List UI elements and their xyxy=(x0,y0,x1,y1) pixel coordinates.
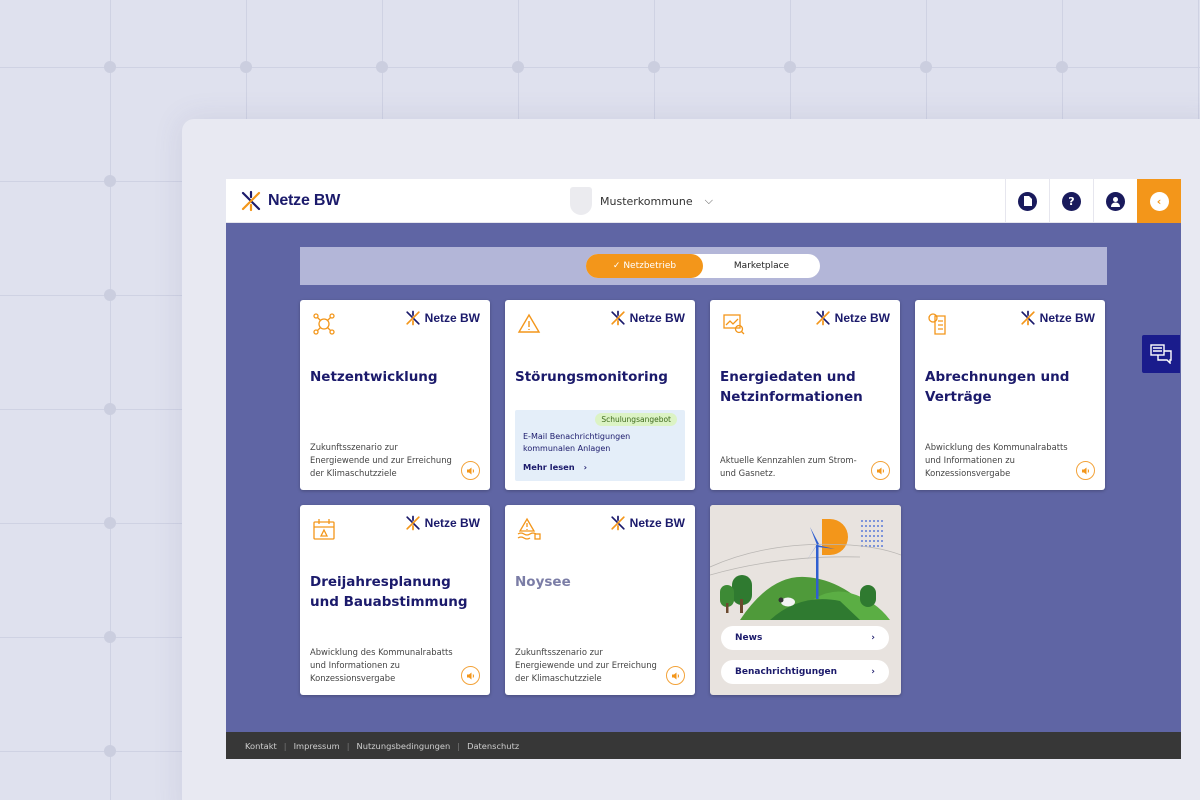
card-description: Abwicklung des Kommunalrabatts und Infor… xyxy=(925,442,1068,478)
tab-switch: ✓ Netzbetrieb Marketplace xyxy=(586,254,820,278)
card-abrechnungen[interactable]: Netze BW Abrechnungen und Verträge Abwic… xyxy=(915,300,1105,490)
read-more-label: Mehr lesen xyxy=(523,462,575,472)
documents-button[interactable] xyxy=(1005,179,1049,223)
warning-icon xyxy=(517,313,541,333)
tab-bar: ✓ Netzbetrieb Marketplace xyxy=(300,247,1107,285)
news-label: News xyxy=(735,633,763,643)
speaker-icon xyxy=(876,467,884,474)
chart-search-icon xyxy=(723,314,745,335)
speaker-icon xyxy=(466,467,474,474)
chevron-left-icon: ‹ xyxy=(1149,191,1169,211)
footer-link-datenschutz[interactable]: Datenschutz xyxy=(467,741,519,751)
netze-bw-logo-icon xyxy=(610,310,625,326)
brand-name: Netze BW xyxy=(268,192,341,209)
chevron-right-icon: › xyxy=(871,633,875,643)
footer-separator: | xyxy=(457,740,461,751)
municipality-crest-icon xyxy=(570,187,592,215)
tenant-selector[interactable]: Musterkommune ⌵ xyxy=(570,187,713,215)
audio-button[interactable] xyxy=(461,461,480,480)
info-box: Schulungsangebot E-Mail Benachrichtigung… xyxy=(515,410,685,481)
document-icon xyxy=(1018,191,1037,211)
speaker-icon xyxy=(671,672,679,679)
notifications-link[interactable]: Benachrichtigungen › xyxy=(721,660,889,684)
read-more-link[interactable]: Mehr lesen › xyxy=(523,462,587,472)
news-card: News › Benachrichtigungen › xyxy=(710,505,901,695)
chat-icon xyxy=(1150,344,1172,364)
app-window: Netze BW Musterkommune ⌵ ? ‹ ✓ Netzbetri… xyxy=(226,179,1181,759)
audio-button[interactable] xyxy=(666,666,685,685)
user-icon xyxy=(1106,191,1125,211)
card-brand: Netze BW xyxy=(405,310,480,326)
top-actions: ? ‹ xyxy=(1005,179,1181,223)
card-description: Abwicklung des Kommunalrabatts und Infor… xyxy=(310,647,453,683)
chevron-right-icon: › xyxy=(871,667,875,677)
card-brand-name: Netze BW xyxy=(424,311,480,325)
card-energiedaten[interactable]: Netze BW Energiedaten und Netzinformatio… xyxy=(710,300,900,490)
card-description: Zukunftsszenario zur Energiewende und zu… xyxy=(515,647,657,683)
audio-button[interactable] xyxy=(1076,461,1095,480)
card-brand-name: Netze BW xyxy=(629,516,685,530)
card-noysee[interactable]: Netze BW Noysee Zukunftsszenario zur Ene… xyxy=(505,505,695,695)
netze-bw-logo-icon xyxy=(241,190,261,212)
chevron-down-icon: ⌵ xyxy=(704,194,713,207)
landscape-illustration xyxy=(710,505,901,620)
profile-button[interactable] xyxy=(1093,179,1137,223)
card-title: Noysee xyxy=(515,574,571,590)
flood-warning-icon xyxy=(517,517,541,540)
billing-icon xyxy=(928,313,946,335)
card-netzentwicklung[interactable]: Netze BW Netzentwicklung Zukunftsszenari… xyxy=(300,300,490,490)
card-description: Zukunftsszenario zur Energiewende und zu… xyxy=(310,442,452,478)
notifications-label: Benachrichtigungen xyxy=(735,667,838,677)
tab-marketplace[interactable]: Marketplace xyxy=(703,254,820,278)
netze-bw-logo-icon xyxy=(405,515,420,531)
netze-bw-logo-icon xyxy=(405,310,420,326)
top-bar: Netze BW Musterkommune ⌵ ? ‹ xyxy=(226,179,1181,223)
chevron-right-icon: › xyxy=(583,462,588,472)
footer-link-kontakt[interactable]: Kontakt xyxy=(245,741,277,751)
news-link[interactable]: News › xyxy=(721,626,889,650)
brand-logo[interactable]: Netze BW xyxy=(240,190,340,212)
speaker-icon xyxy=(1081,467,1089,474)
card-brand: Netze BW xyxy=(610,310,685,326)
collapse-button[interactable]: ‹ xyxy=(1137,179,1181,223)
card-brand-name: Netze BW xyxy=(424,516,480,530)
netze-bw-logo-icon xyxy=(815,310,830,326)
card-dreijahresplanung[interactable]: Netze BW Dreijahresplanung und Bauabstim… xyxy=(300,505,490,695)
card-brand: Netze BW xyxy=(815,310,890,326)
netze-bw-logo-icon xyxy=(1020,310,1035,326)
help-button[interactable]: ? xyxy=(1049,179,1093,223)
audio-button[interactable] xyxy=(461,666,480,685)
calendar-icon xyxy=(313,519,335,540)
help-icon: ? xyxy=(1062,191,1081,211)
card-brand: Netze BW xyxy=(1020,310,1095,326)
card-title: Dreijahresplanung und Bauabstimmung xyxy=(310,574,468,610)
speaker-icon xyxy=(466,672,474,679)
audio-button[interactable] xyxy=(871,461,890,480)
info-text: E-Mail Benachrichtigungen kommunalen Anl… xyxy=(523,432,631,453)
card-title: Abrechnungen und Verträge xyxy=(925,369,1070,405)
tab-netzbetrieb[interactable]: ✓ Netzbetrieb xyxy=(586,254,703,278)
card-title: Störungsmonitoring xyxy=(515,369,668,385)
training-badge: Schulungsangebot xyxy=(595,413,677,426)
footer-link-nutzungsbedingungen[interactable]: Nutzungsbedingungen xyxy=(356,741,450,751)
footer-separator: | xyxy=(283,740,287,751)
card-stoerungsmonitoring[interactable]: Netze BW Störungsmonitoring Schulungsang… xyxy=(505,300,695,490)
network-icon xyxy=(313,313,335,335)
chat-button[interactable] xyxy=(1142,335,1180,373)
tenant-name: Musterkommune xyxy=(600,194,693,208)
card-brand-name: Netze BW xyxy=(629,311,685,325)
footer-link-impressum[interactable]: Impressum xyxy=(294,741,340,751)
card-title: Energiedaten und Netzinformationen xyxy=(720,369,863,405)
card-title: Netzentwicklung xyxy=(310,369,438,385)
card-brand-name: Netze BW xyxy=(834,311,890,325)
footer-separator: | xyxy=(346,740,350,751)
card-description: Aktuelle Kennzahlen zum Strom- und Gasne… xyxy=(720,455,857,478)
card-brand-name: Netze BW xyxy=(1039,311,1095,325)
card-brand: Netze BW xyxy=(405,515,480,531)
footer: Kontakt | Impressum | Nutzungsbedingunge… xyxy=(226,732,1181,759)
card-brand: Netze BW xyxy=(610,515,685,531)
netze-bw-logo-icon xyxy=(610,515,625,531)
